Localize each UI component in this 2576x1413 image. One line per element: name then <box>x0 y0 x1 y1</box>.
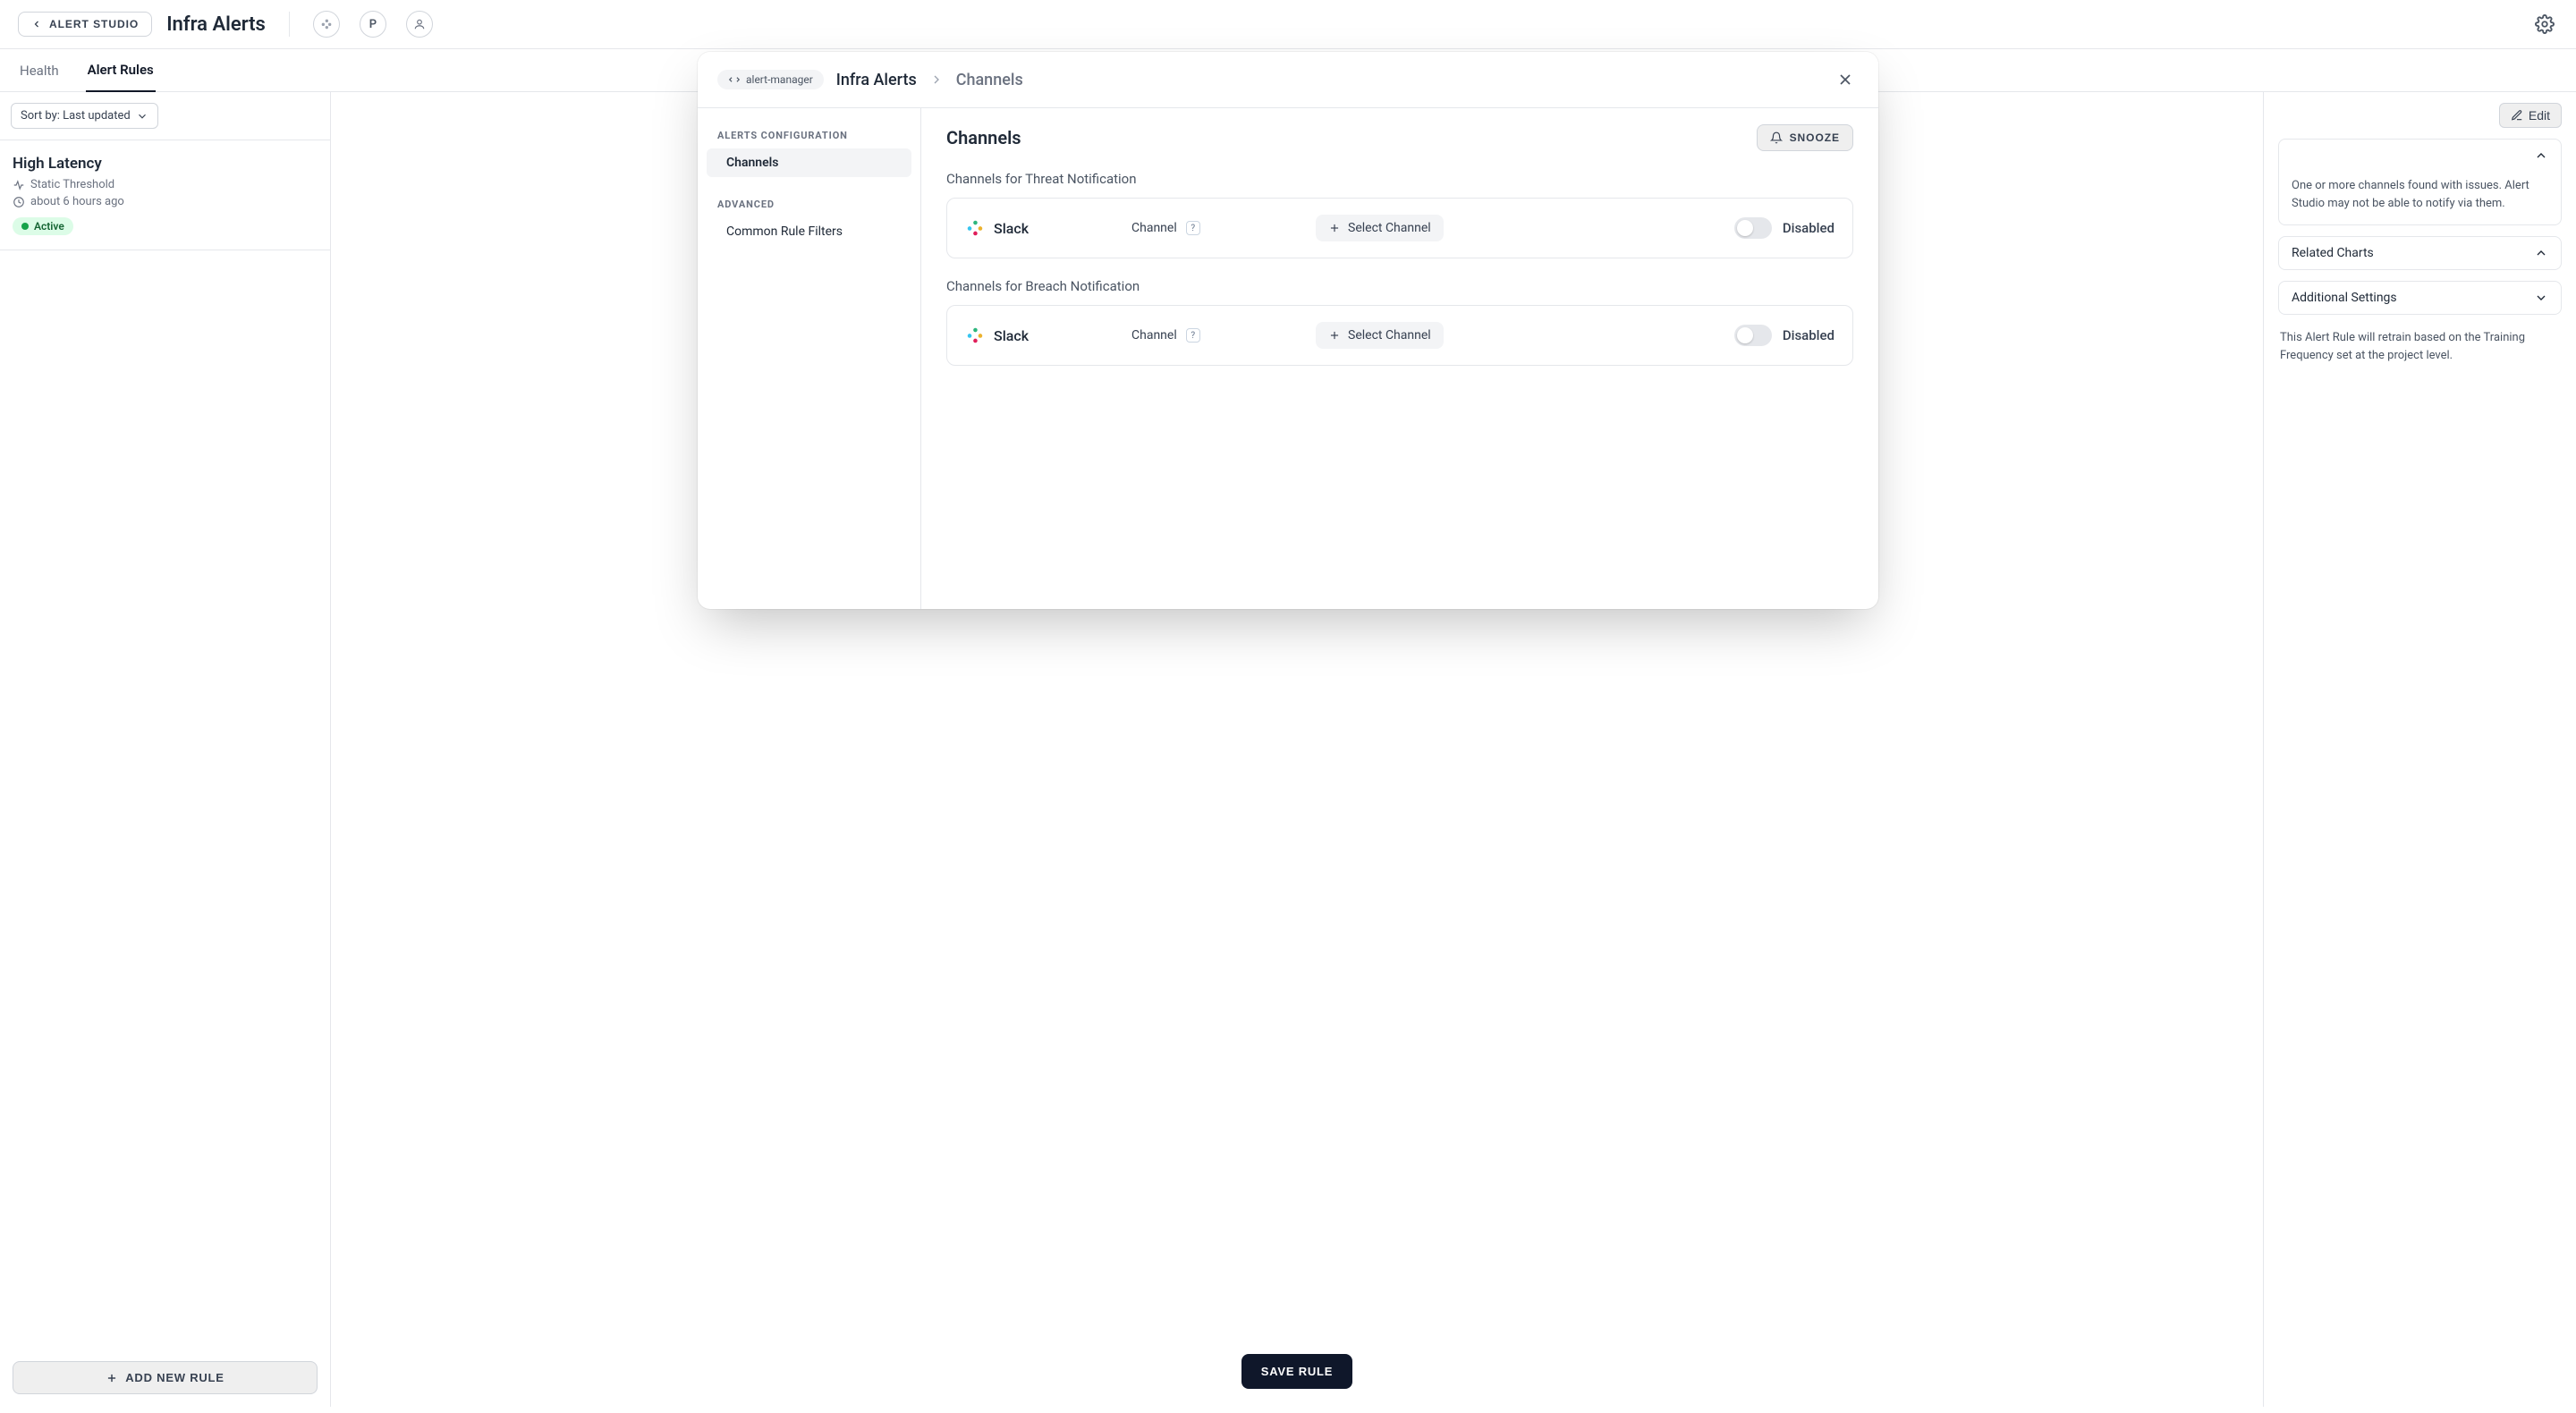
chevron-right-icon <box>929 72 944 87</box>
add-new-rule-button[interactable]: ADD NEW RULE <box>13 1361 318 1394</box>
training-hint: This Alert Rule will retrain based on th… <box>2278 326 2562 368</box>
slack-icon <box>965 218 985 238</box>
chevron-up-icon <box>2534 148 2548 163</box>
sort-label: Sort by: Last updated <box>21 109 131 123</box>
rule-list-sidebar: Sort by: Last updated High Latency Stati… <box>0 92 331 1407</box>
modal-side-header-advanced: ADVANCED <box>698 193 920 216</box>
breadcrumb-chip[interactable]: alert-manager <box>717 70 824 89</box>
right-panel-related-toggle[interactable]: Related Charts <box>2279 237 2561 269</box>
alert-studio-back-button[interactable]: ALERT STUDIO <box>18 12 152 37</box>
chevron-down-icon <box>136 110 148 123</box>
topbar: ALERT STUDIO Infra Alerts P <box>0 0 2576 49</box>
alert-studio-label: ALERT STUDIO <box>49 18 139 30</box>
divider <box>289 12 290 37</box>
breach-section-label: Channels for Breach Notification <box>946 278 1853 294</box>
slack-indicator-icon[interactable] <box>313 11 340 38</box>
sort-dropdown[interactable]: Sort by: Last updated <box>11 103 158 129</box>
rule-details-panel: Edit One or more channels found with iss… <box>2263 92 2576 1407</box>
modal-title: Channels <box>946 127 1021 148</box>
channels-modal: alert-manager Infra Alerts Channels ALER… <box>698 52 1878 609</box>
threat-field-label: Channel <box>1131 221 1177 235</box>
breach-select-channel-button[interactable]: Select Channel <box>1316 322 1444 349</box>
modal-side-header-config: ALERTS CONFIGURATION <box>698 124 920 147</box>
rule-card[interactable]: High Latency Static Threshold about 6 ho… <box>0 140 330 250</box>
help-icon[interactable]: ? <box>1186 221 1200 235</box>
breach-provider-name: Slack <box>994 327 1029 344</box>
breach-toggle-label: Disabled <box>1783 327 1835 343</box>
right-panel-additional-toggle[interactable]: Additional Settings <box>2279 282 2561 314</box>
save-rule-button[interactable]: SAVE RULE <box>1241 1354 1352 1389</box>
breach-field-label: Channel <box>1131 328 1177 343</box>
plus-icon <box>106 1372 118 1384</box>
tab-health[interactable]: Health <box>18 50 61 91</box>
chevron-up-icon <box>2534 246 2548 260</box>
breach-channel-card: Slack Channel ? Select Channel <box>946 305 1853 366</box>
threat-provider-name: Slack <box>994 220 1029 237</box>
right-panel-additional-settings: Additional Settings <box>2278 281 2562 315</box>
plus-icon <box>1328 222 1341 234</box>
right-panel-channels-toggle[interactable] <box>2279 140 2561 172</box>
modal-side-item-channels[interactable]: Channels <box>707 148 911 177</box>
chevron-down-icon <box>2534 291 2548 305</box>
rule-name: High Latency <box>13 155 318 173</box>
slack-icon <box>965 326 985 345</box>
help-icon[interactable]: ? <box>1186 328 1200 343</box>
breadcrumb-current: Channels <box>956 71 1023 89</box>
settings-gear-icon[interactable] <box>2531 11 2558 38</box>
rule-updated-ago: about 6 hours ago <box>30 195 124 208</box>
right-panel-channels-hint: One or more channels found with issues. … <box>2279 172 2561 224</box>
snooze-button[interactable]: SNOOZE <box>1757 124 1853 151</box>
modal-breadcrumb-bar: alert-manager Infra Alerts Channels <box>698 52 1878 108</box>
modal-side-nav: ALERTS CONFIGURATION Channels ADVANCED C… <box>698 108 921 609</box>
right-panel-channels: One or more channels found with issues. … <box>2278 139 2562 225</box>
threat-select-channel-button[interactable]: Select Channel <box>1316 215 1444 241</box>
repo-icon <box>728 73 741 86</box>
modal-close-button[interactable] <box>1832 66 1859 93</box>
pencil-icon <box>2511 109 2523 122</box>
threat-enable-toggle[interactable] <box>1734 217 1772 239</box>
rule-type: Static Threshold <box>30 178 114 191</box>
avatar-badge[interactable]: P <box>360 11 386 38</box>
modal-main: Channels SNOOZE Channels for Threat Noti… <box>921 108 1878 609</box>
add-rule-label: ADD NEW RULE <box>125 1371 224 1384</box>
tab-alert-rules[interactable]: Alert Rules <box>86 49 156 92</box>
plus-icon <box>1328 329 1341 342</box>
breadcrumb-parent[interactable]: Infra Alerts <box>836 71 917 89</box>
breach-enable-toggle[interactable] <box>1734 325 1772 346</box>
app-title: Infra Alerts <box>166 13 266 36</box>
user-icon[interactable] <box>406 11 433 38</box>
clock-icon <box>13 196 25 208</box>
rule-status-badge: Active <box>13 217 73 235</box>
threat-channel-card: Slack Channel ? Select Channel <box>946 198 1853 258</box>
threshold-icon <box>13 179 25 191</box>
modal-side-item-filters[interactable]: Common Rule Filters <box>707 217 911 246</box>
status-dot-icon <box>21 223 29 230</box>
threat-section-label: Channels for Threat Notification <box>946 171 1853 187</box>
threat-toggle-label: Disabled <box>1783 220 1835 236</box>
edit-button[interactable]: Edit <box>2499 103 2562 128</box>
bell-icon <box>1770 131 1783 144</box>
chevron-left-icon <box>31 19 42 30</box>
right-panel-related-charts: Related Charts <box>2278 236 2562 270</box>
